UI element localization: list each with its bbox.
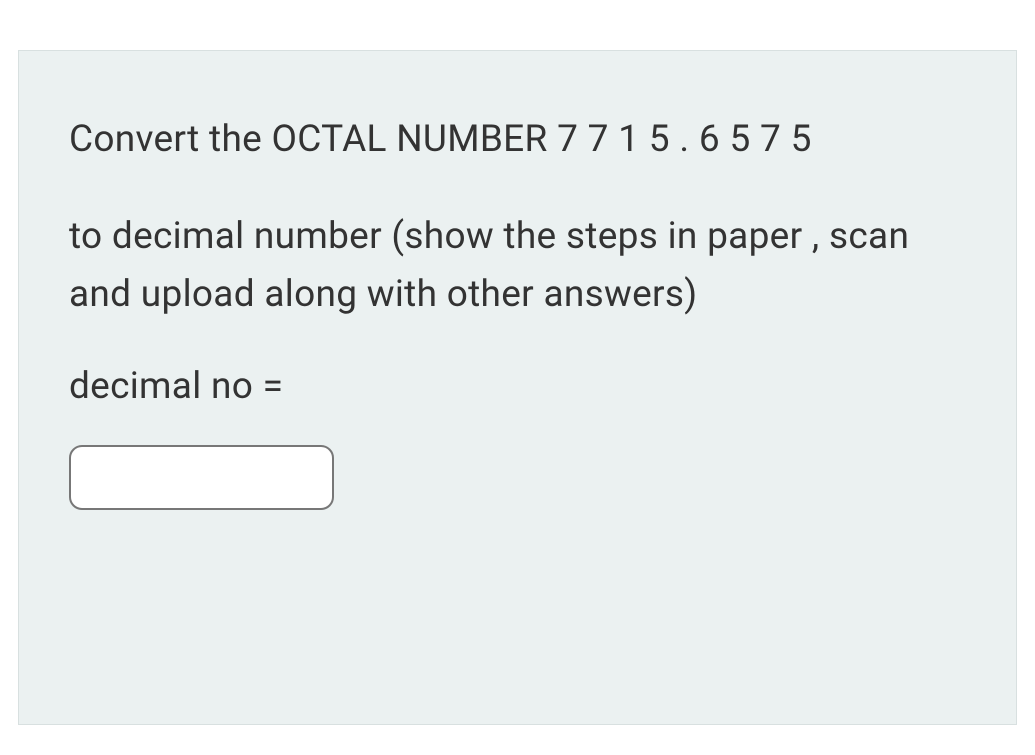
question-line-2: to decimal number (show the steps in pap… [69, 208, 966, 323]
answer-label: decimal no = [69, 358, 966, 415]
decimal-answer-input[interactable] [69, 445, 334, 510]
question-container: Convert the OCTAL NUMBER 7 7 1 5 . 6 5 7… [18, 50, 1017, 725]
question-line-1: Convert the OCTAL NUMBER 7 7 1 5 . 6 5 7… [69, 111, 966, 168]
